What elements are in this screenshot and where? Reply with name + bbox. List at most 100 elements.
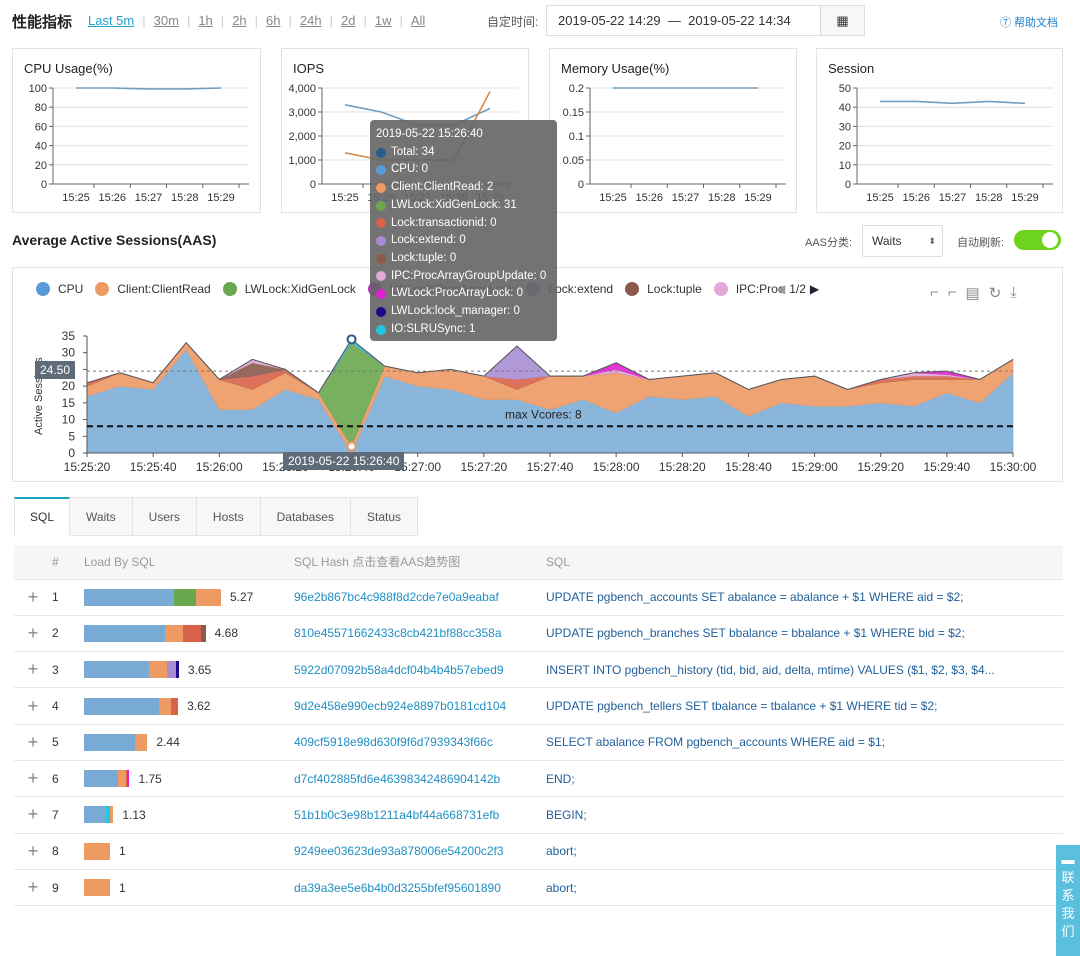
date-range-picker[interactable]: 2019-05-22 14:29 — 2019-05-22 14:34 ▦: [546, 5, 865, 36]
data-view-icon[interactable]: ▤: [966, 284, 980, 302]
bar-segment-lock-tuple: [200, 624, 206, 642]
legend-prev-icon[interactable]: ◀: [776, 282, 785, 296]
sql-text[interactable]: UPDATE pgbench_accounts SET abalance = a…: [546, 579, 1063, 616]
expand-plus-icon[interactable]: +: [14, 724, 52, 761]
y-tick-label: 30: [62, 346, 76, 360]
load-cell: 1: [84, 833, 294, 870]
expand-plus-icon[interactable]: +: [14, 579, 52, 616]
sql-hash-link[interactable]: 9249ee03623de93a878006e54200c2f3: [294, 833, 546, 870]
sql-hash-link[interactable]: d7cf402885fd6e46398342486904142b: [294, 760, 546, 798]
sql-text[interactable]: UPDATE pgbench_branches SET bbalance = b…: [546, 615, 1063, 653]
aas-category-select[interactable]: Waits ⬍: [862, 225, 943, 257]
x-tick-label: 15:25: [599, 192, 627, 204]
sql-hash-link[interactable]: 9d2e458e990ecb924e8897b0181cd104: [294, 687, 546, 725]
x-tick-label: 15:28:20: [659, 460, 706, 474]
range-link-all[interactable]: All: [411, 13, 425, 28]
expand-plus-icon[interactable]: +: [14, 651, 52, 689]
tab-waits[interactable]: Waits: [70, 497, 133, 536]
y-tick-label: 0: [845, 179, 851, 191]
range-link-last5m[interactable]: Last 5m: [88, 13, 134, 28]
legend-item[interactable]: Client:ClientRead: [95, 282, 211, 296]
load-cell: 1.75: [84, 760, 294, 798]
contact-label: 联系我们: [1061, 870, 1075, 939]
tab-status[interactable]: Status: [350, 497, 419, 536]
tooltip-value: Lock:tuple: 0: [391, 251, 457, 264]
auto-refresh-toggle[interactable]: [1014, 230, 1061, 250]
tooltip-row: Lock:tuple: 0: [376, 250, 551, 268]
load-value: 1: [119, 880, 126, 895]
y-tick-label: 0.1: [569, 131, 584, 143]
tab-hosts[interactable]: Hosts: [196, 497, 261, 536]
sql-hash-link[interactable]: 96e2b867bc4c988f8d2cde7e0a9eabaf: [294, 579, 546, 616]
tab-users[interactable]: Users: [132, 497, 197, 536]
y-tick-label: 15: [62, 396, 76, 410]
tooltip-dot-icon: [376, 218, 386, 229]
tab-databases[interactable]: Databases: [260, 497, 351, 536]
chart-tooltip: 2019-05-22 15:26:40 Total: 34 CPU: 0 Clien…: [370, 120, 557, 341]
expand-plus-icon[interactable]: +: [14, 760, 52, 798]
expand-plus-icon[interactable]: +: [14, 833, 52, 870]
zoom-icon[interactable]: ⌐: [930, 284, 939, 302]
range-link-30m[interactable]: 30m: [154, 13, 179, 28]
help-docs-link[interactable]: ⑦ 帮助文档: [1000, 14, 1058, 30]
sql-hash-link[interactable]: 810e45571662433c8cb421bf88cc358a: [294, 615, 546, 653]
sql-text[interactable]: UPDATE pgbench_tellers SET tbalance = tb…: [546, 687, 1063, 725]
y-tick-label: 4,000: [288, 83, 316, 95]
sql-hash-link[interactable]: da39a3ee5e6b4b0d3255bfef95601890: [294, 869, 546, 907]
sql-hash-link[interactable]: 5922d07092b58a4dcf04b4b4b57ebed9: [294, 651, 546, 689]
legend-item[interactable]: Lock:tuple: [625, 282, 702, 296]
sql-hash-link[interactable]: 51b1b0c3e98b1211a4bf44a668731efb: [294, 796, 546, 834]
expand-plus-icon[interactable]: +: [14, 615, 52, 653]
sql-text[interactable]: END;: [546, 760, 1063, 798]
tab-sql[interactable]: SQL: [14, 497, 71, 536]
refresh-icon[interactable]: ↻: [989, 284, 1002, 302]
sql-text[interactable]: BEGIN;: [546, 796, 1063, 834]
tooltip-value: LWLock:lock_manager: 0: [391, 305, 520, 318]
x-tick-label: 15:25:20: [64, 460, 111, 474]
load-cell: 3.65: [84, 651, 294, 689]
aas-area-chart[interactable]: 05101520253035Active Sessionsmax Vcores:…: [0, 320, 1080, 480]
row-index: 2: [52, 615, 84, 653]
y-tick-label: 0: [41, 179, 47, 191]
legend-item[interactable]: CPU: [36, 282, 83, 296]
legend-item[interactable]: LWLock:XidGenLock: [222, 282, 356, 296]
y-tick-label: 3,000: [288, 107, 316, 119]
legend-item[interactable]: IPC:Proc: [713, 282, 784, 296]
bar-segment-cpu: [84, 624, 165, 642]
load-cell: 1.13: [84, 796, 294, 834]
bar-segment-lwlock-lock-manager: [176, 661, 179, 679]
y-tick-label: 20: [62, 379, 76, 393]
y-tick-label: 60: [35, 121, 47, 133]
tooltip-value: Lock:extend: 0: [391, 234, 466, 247]
range-separator: |: [142, 13, 146, 28]
range-link-2d[interactable]: 2d: [341, 13, 355, 28]
sql-text[interactable]: abort;: [546, 869, 1063, 907]
expand-plus-icon[interactable]: +: [14, 869, 52, 907]
x-tick-label: 15:25: [62, 192, 90, 204]
range-link-1h[interactable]: 1h: [198, 13, 212, 28]
range-link-24h[interactable]: 24h: [300, 13, 322, 28]
range-link-2h[interactable]: 2h: [232, 13, 246, 28]
expand-plus-icon[interactable]: +: [14, 687, 52, 725]
x-tick-label: 15:29:20: [857, 460, 904, 474]
range-link-6h[interactable]: 6h: [266, 13, 280, 28]
y-tick-label: 35: [62, 329, 76, 343]
x-tick-label: 15:29: [1011, 192, 1039, 204]
sql-hash-link[interactable]: 409cf5918e98d630f9f6d7939343f66c: [294, 724, 546, 761]
x-tick-label: 15:29: [207, 192, 235, 204]
calendar-icon[interactable]: ▦: [820, 6, 864, 35]
sql-text[interactable]: SELECT abalance FROM pgbench_accounts WH…: [546, 724, 1063, 761]
download-icon[interactable]: ⤓: [1010, 284, 1017, 302]
sql-text[interactable]: abort;: [546, 833, 1063, 870]
legend-next-icon[interactable]: ▶: [810, 282, 819, 296]
zoom-reset-icon[interactable]: ⌐: [948, 284, 957, 302]
sql-text[interactable]: INSERT INTO pgbench_history (tid, bid, a…: [546, 651, 1063, 689]
session-card: Session 0 10 20 30 40 50 15:25 15:26 15:27 15:28 15…: [816, 48, 1063, 213]
load-bar: [84, 733, 148, 751]
range-link-1w[interactable]: 1w: [375, 13, 392, 28]
x-tick-label: 15:27:20: [460, 460, 507, 474]
expand-plus-icon[interactable]: +: [14, 796, 52, 834]
y-tick-label: 80: [35, 102, 47, 114]
contact-us-button[interactable]: ▬ 联系我们: [1056, 845, 1080, 956]
tooltip-value: CPU: 0: [391, 163, 429, 176]
